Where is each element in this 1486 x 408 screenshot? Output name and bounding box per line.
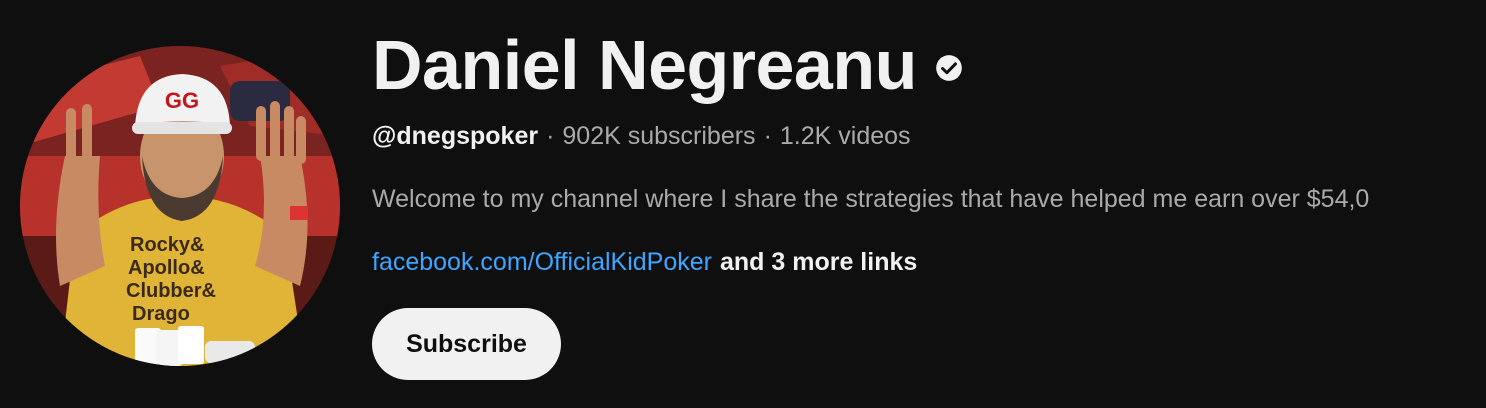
- avatar-photo: GG Rocky& Apollo& Clubber& Drago: [20, 46, 340, 366]
- verified-badge-icon: [935, 54, 963, 82]
- channel-meta: @dnegspoker · 902K subscribers · 1.2K vi…: [372, 118, 1472, 154]
- channel-description[interactable]: Welcome to my channel where I share the …: [372, 182, 1472, 216]
- video-count: 1.2K videos: [779, 121, 911, 150]
- channel-header: GG Rocky& Apollo& Clubber& Drago Daniel …: [0, 0, 1486, 408]
- channel-handle: @dnegspoker: [372, 121, 539, 150]
- channel-name: Daniel Negreanu: [372, 26, 917, 104]
- shirt-text-line: Rocky&: [130, 234, 204, 256]
- subscribe-button[interactable]: Subscribe: [372, 308, 561, 380]
- meta-separator: ·: [763, 121, 772, 150]
- shirt-text-line: Clubber&: [126, 280, 216, 302]
- facebook-link[interactable]: facebook.com/OfficialKidPoker: [372, 248, 712, 277]
- subscriber-count: 902K subscribers: [562, 121, 756, 150]
- channel-avatar[interactable]: GG Rocky& Apollo& Clubber& Drago: [20, 46, 340, 366]
- shirt-text-line: Apollo&: [128, 257, 205, 279]
- description-text: Welcome to my channel where I share the …: [372, 184, 1370, 213]
- title-row: Daniel Negreanu: [372, 22, 1472, 108]
- shirt-text-line: Drago: [132, 303, 190, 325]
- meta-separator: ·: [546, 121, 555, 150]
- cap-logo: GG: [165, 88, 199, 113]
- more-links-button[interactable]: and 3 more links: [720, 248, 917, 277]
- channel-info: Daniel Negreanu @dnegspoker · 902K subsc…: [372, 22, 1472, 380]
- channel-links: facebook.com/OfficialKidPoker and 3 more…: [372, 245, 1472, 279]
